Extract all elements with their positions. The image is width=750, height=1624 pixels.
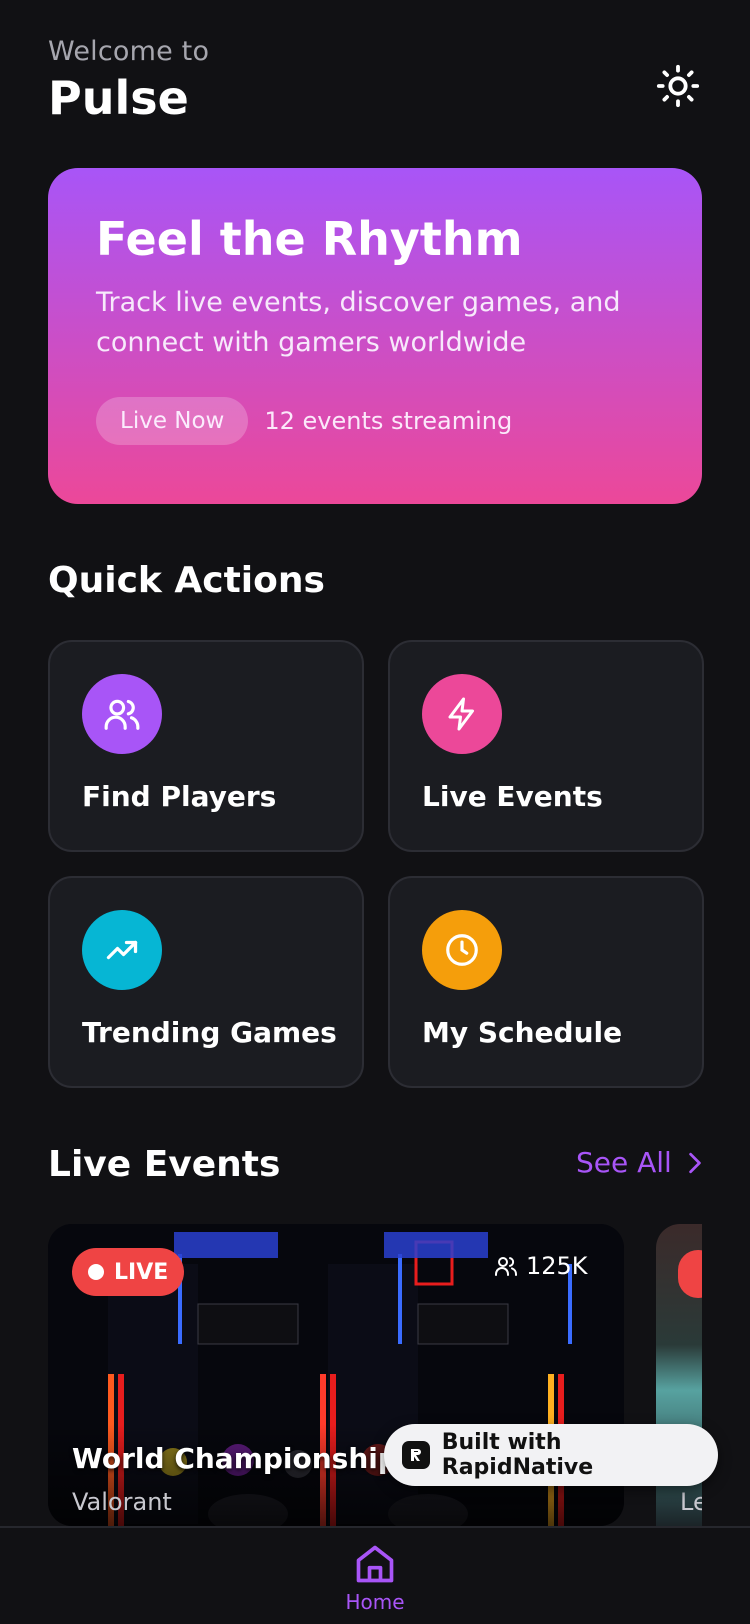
event-title: World Championship F [72, 1442, 427, 1475]
header: Welcome to Pulse [48, 36, 209, 125]
trending-games-label: Trending Games [82, 1016, 337, 1049]
live-badge-partial [678, 1250, 702, 1298]
lightning-icon [422, 674, 502, 754]
hero-banner[interactable]: Feel the Rhythm Track live events, disco… [48, 168, 702, 504]
trending-games-card[interactable]: Trending Games [48, 876, 364, 1088]
users-icon [82, 674, 162, 754]
viewer-count: 125K [494, 1252, 588, 1280]
clock-icon [422, 910, 502, 990]
my-schedule-card[interactable]: My Schedule [388, 876, 704, 1088]
find-players-card[interactable]: Find Players [48, 640, 364, 852]
event-game: Valorant [72, 1488, 172, 1516]
live-badge-label: LIVE [114, 1259, 169, 1285]
live-events-label: Live Events [422, 780, 603, 813]
quick-actions-title: Quick Actions [48, 560, 325, 601]
viewer-count-label: 125K [526, 1252, 588, 1280]
hero-title: Feel the Rhythm [96, 212, 523, 266]
users-icon [495, 1257, 517, 1276]
chevron-right-icon [689, 1152, 701, 1173]
sun-icon [656, 64, 700, 108]
trending-up-icon [82, 910, 162, 990]
event-game-2: Le [680, 1488, 702, 1516]
live-dot [88, 1264, 104, 1280]
bottom-nav: Home [0, 1526, 750, 1624]
app-title: Pulse [48, 71, 189, 125]
see-all-link[interactable]: See All [576, 1146, 704, 1179]
find-players-label: Find Players [82, 780, 277, 813]
live-now-pill[interactable]: Live Now [96, 397, 249, 446]
nav-home-tab[interactable]: Home [340, 1542, 410, 1614]
nav-home-label: Home [345, 1590, 405, 1614]
rapidnative-logo-icon [402, 1441, 430, 1469]
hero-subtitle: Track live events, discover games, and c… [96, 287, 621, 359]
hero-status-row: Live Now 12 events streaming [96, 397, 654, 446]
see-all-label: See All [576, 1146, 672, 1179]
live-events-card[interactable]: Live Events [388, 640, 704, 852]
built-with-badge[interactable]: Built with RapidNative [384, 1424, 718, 1486]
home-icon [356, 1545, 394, 1583]
built-with-label: Built with RapidNative [441, 1430, 594, 1480]
live-badge: LIVE [72, 1248, 185, 1296]
my-schedule-label: My Schedule [422, 1016, 623, 1049]
events-streaming-count: 12 events streaming [264, 407, 513, 436]
live-events-section-title: Live Events [48, 1144, 281, 1185]
theme-toggle-button[interactable] [652, 60, 704, 112]
welcome-text: Welcome to [48, 36, 210, 67]
